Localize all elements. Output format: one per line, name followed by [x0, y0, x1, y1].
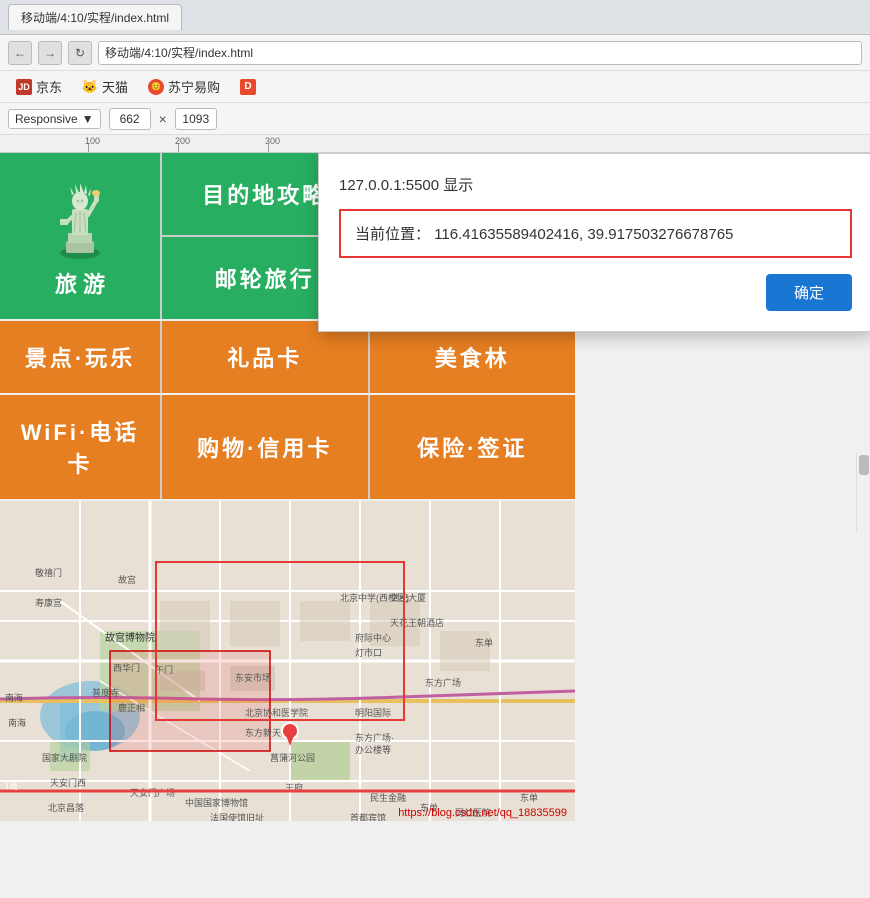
height-input[interactable]: 1093	[175, 108, 217, 130]
map-svg: 故宫博物院 西华门 午门 鹿正相 普度寺 天安门西 天安门广场 国家大剧院 北京…	[0, 501, 575, 821]
alert-title: 127.0.0.1:5500 显示	[339, 174, 852, 195]
svg-text:故宫: 故宫	[118, 574, 136, 585]
svg-text:东单: 东单	[475, 637, 493, 648]
svg-text:菖蒲河公园: 菖蒲河公园	[270, 752, 315, 763]
content-area: 旅 游 目的地攻略 周边游 邮轮旅行 定制旅行 景点·玩乐	[0, 153, 870, 898]
svg-text:午门: 午门	[155, 664, 173, 675]
ruler-label-100: 100	[85, 136, 100, 146]
bookmark-suning[interactable]: 😊 苏宁易购	[140, 75, 228, 98]
nav-wifi[interactable]: WiFi·电话卡	[0, 395, 160, 499]
csdn-link[interactable]: https://blog.csdn.net/qq_18835599	[398, 807, 567, 819]
svg-text:1线: 1线	[5, 781, 17, 791]
suning-icon: 😊	[148, 79, 164, 95]
nav-shopping[interactable]: 购物·信用卡	[162, 395, 368, 499]
svg-text:南海: 南海	[5, 692, 23, 703]
toolbar: ← → ↻ 移动端/4:10/实程/index.html	[0, 35, 870, 71]
svg-text:天安门西: 天安门西	[50, 777, 86, 788]
ruler: 100 200 300	[0, 135, 870, 153]
nav-food-label: 美食林	[435, 341, 510, 373]
svg-text:敬禧门: 敬禧门	[35, 567, 62, 578]
svg-text:东安市场: 东安市场	[235, 672, 271, 683]
map-container[interactable]: 故宫博物院 西华门 午门 鹿正相 普度寺 天安门西 天安门广场 国家大剧院 北京…	[0, 501, 575, 821]
svg-text:鹿正相: 鹿正相	[118, 702, 145, 713]
forward-button[interactable]: →	[38, 41, 62, 65]
ruler-label-300: 300	[265, 136, 280, 146]
scrollbar-thumb[interactable]	[859, 455, 869, 475]
svg-text:东方广场·: 东方广场·	[355, 732, 394, 743]
bookmark-tianmao-label: 天猫	[102, 77, 128, 96]
statue-icon	[40, 173, 120, 263]
nav-travel[interactable]: 旅 游	[0, 153, 160, 319]
browser-tab-bar: 移动端/4:10/实程/index.html	[0, 0, 870, 35]
jd-icon: JD	[16, 79, 32, 95]
svg-text:法国使馆旧址: 法国使馆旧址	[210, 812, 264, 821]
svg-text:办公楼等: 办公楼等	[355, 744, 391, 755]
bookmark-jd-label: 京东	[36, 77, 62, 96]
nav-insurance[interactable]: 保险·签证	[370, 395, 576, 499]
svg-text:明阳国际: 明阳国际	[355, 708, 391, 718]
svg-text:普度寺: 普度寺	[92, 687, 119, 698]
alert-content-box: 当前位置： 116.41635589402416, 39.91750327667…	[339, 209, 852, 258]
back-button[interactable]: ←	[8, 41, 32, 65]
svg-text:寿康宫: 寿康宫	[35, 597, 62, 608]
bookmark-d[interactable]: D	[232, 77, 264, 97]
nav-destination-label: 目的地攻略	[202, 178, 327, 210]
svg-text:故宫博物院: 故宫博物院	[105, 631, 155, 644]
nav-attractions[interactable]: 景点·玩乐	[0, 321, 160, 393]
svg-text:首都宾馆: 首都宾馆	[350, 812, 386, 821]
responsive-select[interactable]: Responsive ▼	[8, 109, 101, 129]
tianmao-icon: 🐱	[82, 79, 98, 95]
nav-insurance-label: 保险·签证	[417, 431, 527, 463]
svg-text:南海: 南海	[8, 717, 26, 728]
svg-text:北京协和医学院: 北京协和医学院	[245, 707, 308, 718]
bookmark-jd[interactable]: JD 京东	[8, 75, 70, 98]
scrollbar[interactable]	[856, 453, 870, 533]
svg-text:灯市口: 灯市口	[355, 647, 382, 658]
svg-text:府际中心: 府际中心	[355, 632, 391, 643]
bookmark-tianmao[interactable]: 🐱 天猫	[74, 75, 136, 98]
width-input[interactable]: 662	[109, 108, 151, 130]
responsive-label: Responsive	[15, 112, 78, 126]
svg-text:民生金融: 民生金融	[370, 792, 406, 803]
nav-giftcard-label: 礼品卡	[227, 341, 302, 373]
svg-text:北京昌落: 北京昌落	[48, 802, 84, 813]
nav-wifi-label: WiFi·电话卡	[10, 415, 150, 479]
alert-button-row: 确定	[339, 274, 852, 311]
svg-text:东单: 东单	[520, 792, 538, 803]
responsive-dropdown-icon: ▼	[82, 112, 94, 126]
nav-shopping-label: 购物·信用卡	[197, 431, 332, 463]
reload-button[interactable]: ↻	[68, 41, 92, 65]
svg-text:北京中学(西校区): 北京中学(西校区)	[340, 592, 409, 603]
svg-text:国家大剧院: 国家大剧院	[42, 752, 87, 763]
dimension-separator: ×	[159, 111, 167, 127]
nav-cruise-label: 邮轮旅行	[215, 262, 315, 294]
devtools-bar: Responsive ▼ 662 × 1093	[0, 103, 870, 135]
alert-dialog: 127.0.0.1:5500 显示 当前位置： 116.416355894024…	[318, 153, 870, 332]
alert-ok-button[interactable]: 确定	[766, 274, 852, 311]
bookmarks-bar: JD 京东 🐱 天猫 😊 苏宁易购 D	[0, 71, 870, 103]
svg-text:天花王朝酒店: 天花王朝酒店	[390, 617, 444, 628]
svg-text:西华门: 西华门	[113, 662, 140, 673]
address-bar[interactable]: 移动端/4:10/实程/index.html	[98, 41, 862, 65]
nav-attractions-label: 景点·玩乐	[25, 341, 135, 373]
svg-text:东方广场: 东方广场	[425, 677, 461, 688]
svg-text:中国国家博物馆: 中国国家博物馆	[185, 797, 248, 808]
d-icon: D	[240, 79, 256, 95]
active-tab[interactable]: 移动端/4:10/实程/index.html	[8, 4, 182, 30]
alert-label: 当前位置：	[355, 226, 430, 243]
ruler-label-200: 200	[175, 136, 190, 146]
nav-travel-label: 旅 游	[55, 267, 105, 299]
bookmark-suning-label: 苏宁易购	[168, 77, 220, 96]
alert-coordinates: 116.41635589402416, 39.917503276678765	[434, 226, 733, 243]
